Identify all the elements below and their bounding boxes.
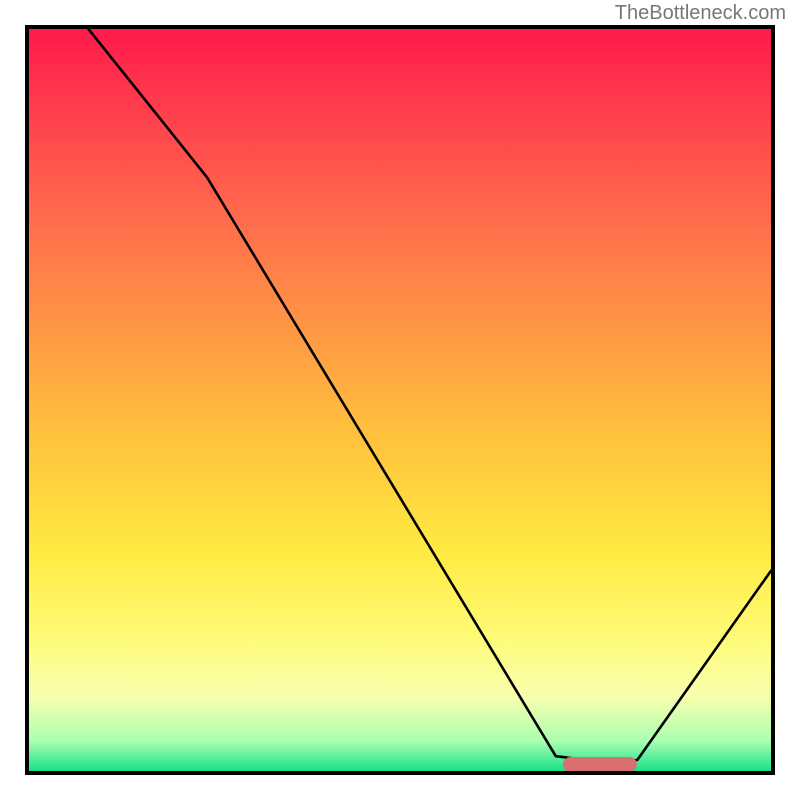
attribution-text: TheBottleneck.com xyxy=(615,2,786,25)
plot-axes-top-right xyxy=(25,25,775,775)
